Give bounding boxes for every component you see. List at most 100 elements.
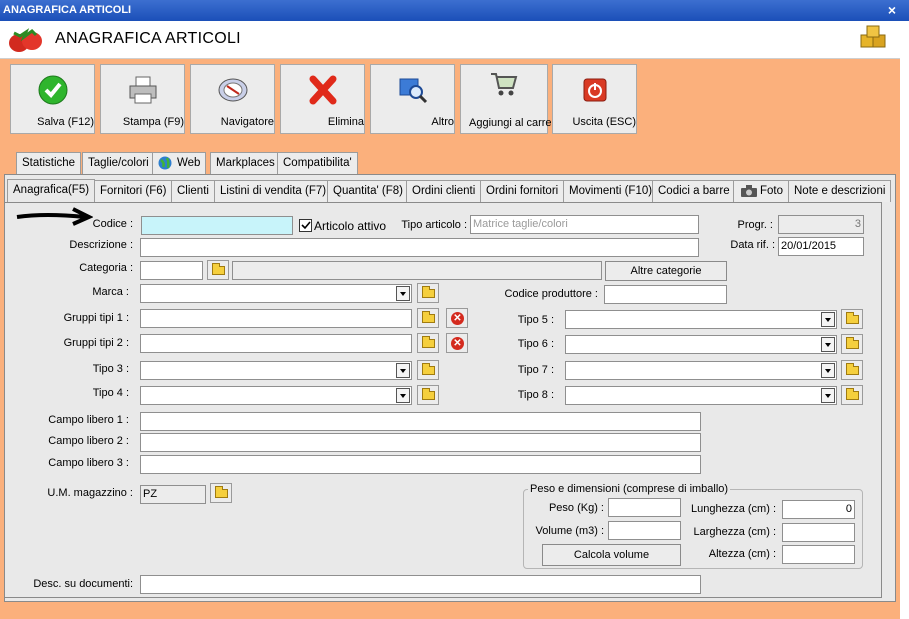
tipo-3-label: Tipo 3 :: [92, 363, 129, 375]
gruppi-1-folder-button[interactable]: [417, 308, 439, 328]
gruppi-tipi-1-input[interactable]: [140, 309, 412, 328]
um-magazzino-label: U.M. magazzino :: [47, 487, 133, 499]
gruppi-2-clear-button[interactable]: ✕: [446, 333, 468, 353]
add-to-cart-button[interactable]: Aggiungi al carrello: [460, 64, 563, 134]
marca-folder-button[interactable]: [417, 283, 439, 303]
boxes-icon: [860, 25, 886, 48]
volume-input[interactable]: [608, 521, 681, 540]
tipo-6-select[interactable]: [565, 335, 837, 354]
tab-movimenti[interactable]: Movimenti (F10): [563, 180, 659, 202]
delete-button[interactable]: Elimina: [280, 64, 365, 134]
tab-codici-barre[interactable]: Codici a barre: [652, 180, 736, 202]
window-title: ANAGRAFICA ARTICOLI: [3, 4, 132, 16]
gruppi-tipi-2-input[interactable]: [140, 334, 412, 353]
chevron-down-icon[interactable]: [821, 388, 835, 403]
print-button[interactable]: Stampa (F9): [100, 64, 185, 134]
tab-quantita[interactable]: Quantita' (F8): [327, 180, 409, 202]
data-rif-input[interactable]: 20/01/2015: [778, 237, 864, 256]
tipo-4-select[interactable]: [140, 386, 412, 405]
lunghezza-label: Lunghezza (cm) :: [691, 503, 776, 515]
tipo-5-folder-button[interactable]: [841, 309, 863, 329]
tipo-5-select[interactable]: [565, 310, 837, 329]
gruppi-1-clear-button[interactable]: ✕: [446, 308, 468, 328]
marca-label: Marca :: [92, 286, 129, 298]
tipo-4-label: Tipo 4 :: [92, 387, 129, 399]
compass-icon: [218, 78, 247, 102]
altre-categorie-button[interactable]: Altre categorie: [605, 261, 727, 281]
tipo-3-folder-button[interactable]: [417, 360, 439, 380]
tipo-3-select[interactable]: [140, 361, 412, 380]
red-x-icon: [309, 75, 336, 105]
camera-icon: [741, 185, 757, 197]
chevron-down-icon[interactable]: [821, 337, 835, 352]
campo-libero-1-label: Campo libero 1 :: [48, 414, 129, 426]
chevron-down-icon[interactable]: [821, 312, 835, 327]
tab-anagrafica[interactable]: Anagrafica(F5): [7, 179, 96, 203]
tab-clienti[interactable]: Clienti: [171, 180, 215, 202]
save-button[interactable]: Salva (F12): [10, 64, 95, 134]
tab-ordini-clienti[interactable]: Ordini clienti: [406, 180, 482, 202]
tipo-8-folder-button[interactable]: [841, 385, 863, 405]
check-icon: [301, 221, 311, 230]
tab-fornitori[interactable]: Fornitori (F6): [94, 180, 173, 202]
folder-icon: [212, 263, 225, 275]
campo-libero-1-input[interactable]: [140, 412, 701, 431]
lunghezza-input[interactable]: 0: [782, 500, 855, 519]
progr-label: Progr. :: [737, 219, 773, 231]
calcola-volume-button[interactable]: Calcola volume: [542, 544, 681, 566]
articolo-attivo-checkbox[interactable]: [299, 219, 312, 232]
navigator-button[interactable]: Navigatore: [190, 64, 275, 134]
gruppi-tipi-2-label: Gruppi tipi 2 :: [63, 337, 129, 349]
codice-produttore-label: Codice produttore :: [504, 288, 598, 300]
tab-markplaces[interactable]: Markplaces: [210, 152, 281, 174]
descrizione-label: Descrizione :: [69, 239, 133, 251]
peso-input[interactable]: [608, 498, 681, 517]
tipo-6-folder-button[interactable]: [841, 334, 863, 354]
tab-note-descrizioni[interactable]: Note e descrizioni: [788, 180, 892, 202]
descrizione-input[interactable]: [140, 238, 699, 257]
chevron-down-icon[interactable]: [396, 363, 410, 378]
tipo-8-select[interactable]: [565, 386, 837, 405]
tab-statistiche[interactable]: Statistiche: [16, 152, 82, 174]
tab-taglie-colori[interactable]: Taglie/colori: [82, 152, 155, 174]
campo-libero-2-input[interactable]: [140, 433, 701, 452]
chevron-down-icon[interactable]: [396, 286, 410, 301]
categoria-code-input[interactable]: [140, 261, 203, 280]
tipo-8-label: Tipo 8 :: [517, 389, 554, 401]
tipo-7-select[interactable]: [565, 361, 837, 380]
folder-icon: [422, 336, 435, 348]
codice-produttore-input[interactable]: [604, 285, 727, 304]
tipo-articolo-input[interactable]: Matrice taglie/colori: [470, 215, 699, 234]
tab-web[interactable]: Web: [152, 152, 207, 174]
chevron-down-icon[interactable]: [396, 388, 410, 403]
tab-ordini-fornitori[interactable]: Ordini fornitori: [480, 180, 565, 202]
um-magazzino-input[interactable]: PZ: [140, 485, 206, 504]
tab-foto[interactable]: Foto: [733, 180, 790, 202]
tipo-4-folder-button[interactable]: [417, 385, 439, 405]
altezza-label: Altezza (cm) :: [708, 548, 776, 560]
tipo-5-label: Tipo 5 :: [517, 314, 554, 326]
tab-compatibilita[interactable]: Compatibilita': [277, 152, 358, 174]
gruppi-2-folder-button[interactable]: [417, 333, 439, 353]
campo-libero-2-label: Campo libero 2 :: [48, 435, 129, 447]
chevron-down-icon[interactable]: [821, 363, 835, 378]
desc-documenti-input[interactable]: [140, 575, 701, 594]
um-folder-button[interactable]: [210, 483, 232, 503]
more-button[interactable]: Altro: [370, 64, 455, 134]
campo-libero-3-input[interactable]: [140, 455, 701, 474]
desc-documenti-label: Desc. su documenti:: [33, 578, 133, 590]
altezza-input[interactable]: [782, 545, 855, 564]
tipo-7-folder-button[interactable]: [841, 360, 863, 380]
close-icon[interactable]: ×: [888, 0, 896, 21]
codice-input[interactable]: [141, 216, 293, 235]
tipo-7-label: Tipo 7 :: [517, 364, 554, 376]
categoria-folder-button[interactable]: [207, 260, 229, 280]
larghezza-input[interactable]: [782, 523, 855, 542]
data-rif-label: Data rif. :: [730, 239, 775, 251]
power-icon: [583, 78, 606, 102]
exit-button[interactable]: Uscita (ESC): [552, 64, 637, 134]
right-edge: [900, 21, 909, 619]
marca-select[interactable]: [140, 284, 412, 303]
tab-listini[interactable]: Listini di vendita (F7): [214, 180, 333, 202]
tipo-articolo-label: Tipo articolo :: [401, 219, 467, 231]
